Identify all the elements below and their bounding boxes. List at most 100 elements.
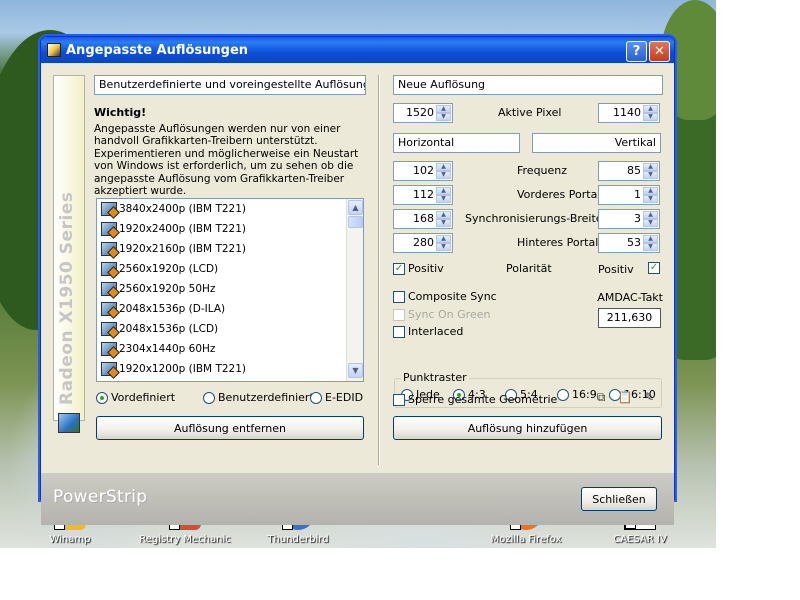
radio-label: Benutzerdefiniert bbox=[218, 391, 314, 404]
list-item[interactable]: 2560x1920p 50Hz bbox=[97, 279, 363, 299]
resolution-icon bbox=[101, 282, 117, 296]
v-back-porch-stepper[interactable]: 53 ▲ ▼ bbox=[598, 233, 660, 253]
composite-sync-checkbox[interactable]: Composite Sync bbox=[393, 290, 497, 303]
checkbox-box bbox=[393, 308, 405, 321]
title-bar[interactable]: Angepasste Auflösungen ? ✕ bbox=[41, 37, 674, 63]
desktop-icon-label: Mozilla Firefox bbox=[490, 534, 562, 545]
h-frequency-stepper[interactable]: 102 ▲ ▼ bbox=[393, 161, 453, 181]
list-item[interactable]: 3840x2400p (IBM T221) bbox=[97, 199, 363, 219]
monitor-card-icon bbox=[58, 413, 80, 433]
resolution-label: 2560x1920p 50Hz bbox=[119, 283, 216, 295]
stepper-value: 112 bbox=[413, 188, 434, 201]
new-resolution-field[interactable]: Neue Auflösung bbox=[393, 75, 663, 95]
important-heading: Wichtig! bbox=[94, 106, 147, 119]
list-item[interactable]: 1920x1200p (IBM T221) bbox=[97, 359, 363, 379]
desktop-icon-label: Registry Mechanic bbox=[139, 534, 231, 545]
v-sync-width-stepper[interactable]: 3 ▲ ▼ bbox=[598, 209, 660, 229]
interlaced-checkbox[interactable]: Interlaced bbox=[393, 325, 463, 338]
sync-width-label: Synchronisierungs-Breite bbox=[465, 212, 603, 225]
h-back-porch-stepper[interactable]: 280 ▲ ▼ bbox=[393, 233, 453, 253]
resolution-icon bbox=[101, 302, 117, 316]
radio-dot bbox=[203, 391, 215, 404]
resolution-list[interactable]: 3840x2400p (IBM T221) 1920x2400p (IBM T2… bbox=[96, 198, 364, 382]
copy-icon[interactable]: ⧉ bbox=[593, 390, 609, 404]
resolution-icon bbox=[101, 202, 117, 216]
edit-icon[interactable]: ✎ bbox=[641, 390, 657, 404]
app-icon bbox=[47, 43, 61, 57]
spin-arrows-icon[interactable]: ▲ ▼ bbox=[436, 187, 451, 203]
list-item[interactable]: 2048x1536p (LCD) bbox=[97, 319, 363, 339]
scroll-down-icon[interactable]: ▼ bbox=[348, 363, 363, 378]
radio-label: E-EDID bbox=[325, 391, 364, 404]
remove-resolution-button[interactable]: Auflösung entfernen bbox=[96, 416, 364, 440]
v-positive-label: Positiv bbox=[598, 263, 634, 276]
list-item[interactable]: 1920x2400p (IBM T221) bbox=[97, 219, 363, 239]
raster-option-16-9[interactable]: 16:9 bbox=[557, 388, 597, 401]
radio-predefined[interactable]: Vordefiniert bbox=[96, 391, 175, 404]
v-positive-polarity-checkbox[interactable]: ✓ bbox=[648, 262, 663, 274]
radio-custom[interactable]: Benutzerdefiniert bbox=[203, 391, 314, 404]
powerstrip-logo: PowerStrip bbox=[53, 487, 148, 507]
important-notice: Wichtig! Angepasste Auflösungen werden n… bbox=[94, 106, 366, 198]
radio-label: Vordefiniert bbox=[111, 391, 176, 404]
resolution-label: 2560x1920p (LCD) bbox=[119, 263, 219, 275]
spin-arrows-icon[interactable]: ▲ ▼ bbox=[643, 163, 658, 179]
horizontal-pixels-stepper[interactable]: 1520 ▲ ▼ bbox=[393, 103, 453, 123]
close-button[interactable]: Schließen bbox=[581, 487, 657, 511]
help-button[interactable]: ? bbox=[626, 41, 647, 62]
add-resolution-button[interactable]: Auflösung hinzufügen bbox=[393, 416, 662, 440]
active-pixel-label: Aktive Pixel bbox=[498, 106, 562, 119]
spin-arrows-icon[interactable]: ▲ ▼ bbox=[436, 163, 451, 179]
h-positive-polarity-checkbox[interactable]: ✓ Positiv bbox=[393, 262, 444, 275]
resolution-label: 3840x2400p (IBM T221) bbox=[119, 203, 247, 215]
checkbox-box bbox=[393, 393, 405, 406]
resolution-label: 1920x2400p (IBM T221) bbox=[119, 223, 247, 235]
scroll-up-icon[interactable]: ▲ bbox=[348, 200, 363, 215]
radio-dot bbox=[96, 391, 108, 404]
checkbox-box bbox=[393, 290, 405, 303]
v-frequency-stepper[interactable]: 85 ▲ ▼ bbox=[598, 161, 660, 181]
v-front-porch-stepper[interactable]: 1 ▲ ▼ bbox=[598, 185, 660, 205]
custom-resolutions-dialog: Angepasste Auflösungen ? ✕ Radeon X1950 … bbox=[40, 36, 675, 525]
spin-arrows-icon[interactable]: ▲ ▼ bbox=[436, 105, 451, 121]
list-item[interactable]: 1920x2160p (IBM T221) bbox=[97, 239, 363, 259]
resolution-label: 2304x1440p 60Hz bbox=[119, 343, 216, 355]
checkbox-label: Sync On Green bbox=[408, 308, 491, 321]
h-sync-width-stepper[interactable]: 168 ▲ ▼ bbox=[393, 209, 453, 229]
list-item[interactable]: 2048x1536p (D-ILA) bbox=[97, 299, 363, 319]
spin-arrows-icon[interactable]: ▲ ▼ bbox=[643, 211, 658, 227]
radio-dot bbox=[310, 391, 322, 404]
resolution-label: 1920x1200p (IBM T221) bbox=[119, 363, 247, 375]
h-front-porch-stepper[interactable]: 112 ▲ ▼ bbox=[393, 185, 453, 205]
checkbox-label: Composite Sync bbox=[408, 290, 497, 303]
spin-arrows-icon[interactable]: ▲ ▼ bbox=[643, 105, 658, 121]
back-porch-label: Hinteres Portal bbox=[517, 236, 599, 249]
list-scrollbar[interactable]: ▲ ▼ bbox=[346, 199, 363, 381]
list-item[interactable]: 2304x1440p 60Hz bbox=[97, 339, 363, 359]
paste-icon[interactable]: 📋 bbox=[617, 390, 633, 404]
polarity-label: Polarität bbox=[506, 262, 552, 275]
list-item[interactable]: 2560x1920p (LCD) bbox=[97, 259, 363, 279]
spin-arrows-icon[interactable]: ▲ ▼ bbox=[643, 187, 658, 203]
stepper-value: 1520 bbox=[406, 106, 434, 119]
radio-eedid[interactable]: E-EDID bbox=[310, 391, 363, 404]
close-icon[interactable]: ✕ bbox=[649, 41, 670, 62]
scrollbar-thumb[interactable] bbox=[348, 216, 363, 228]
desktop-icon-label: CAESAR IV bbox=[613, 534, 667, 545]
stepper-value: 280 bbox=[413, 236, 434, 249]
spin-arrows-icon[interactable]: ▲ ▼ bbox=[643, 235, 658, 251]
checkbox-label: Positiv bbox=[408, 262, 444, 275]
spin-arrows-icon[interactable]: ▲ ▼ bbox=[436, 235, 451, 251]
description-field: Benutzerdefinierte und voreingestellte A… bbox=[94, 75, 366, 95]
spin-arrows-icon[interactable]: ▲ ▼ bbox=[436, 211, 451, 227]
frequency-label: Frequenz bbox=[517, 164, 568, 177]
vertical-pixels-stepper[interactable]: 1140 ▲ ▼ bbox=[598, 103, 660, 123]
resolution-label: 1920x2160p (IBM T221) bbox=[119, 243, 247, 255]
lock-geometry-checkbox[interactable]: Sperre gesamte Geometrie bbox=[393, 393, 557, 406]
raster-title: Punktraster bbox=[401, 371, 469, 384]
checkbox-box bbox=[393, 325, 405, 338]
panel-divider bbox=[378, 75, 380, 465]
desktop-icon-label: Winamp bbox=[49, 534, 91, 545]
ramdac-label: RAMDAC-Takt bbox=[597, 291, 663, 304]
resolution-icon bbox=[101, 362, 117, 376]
